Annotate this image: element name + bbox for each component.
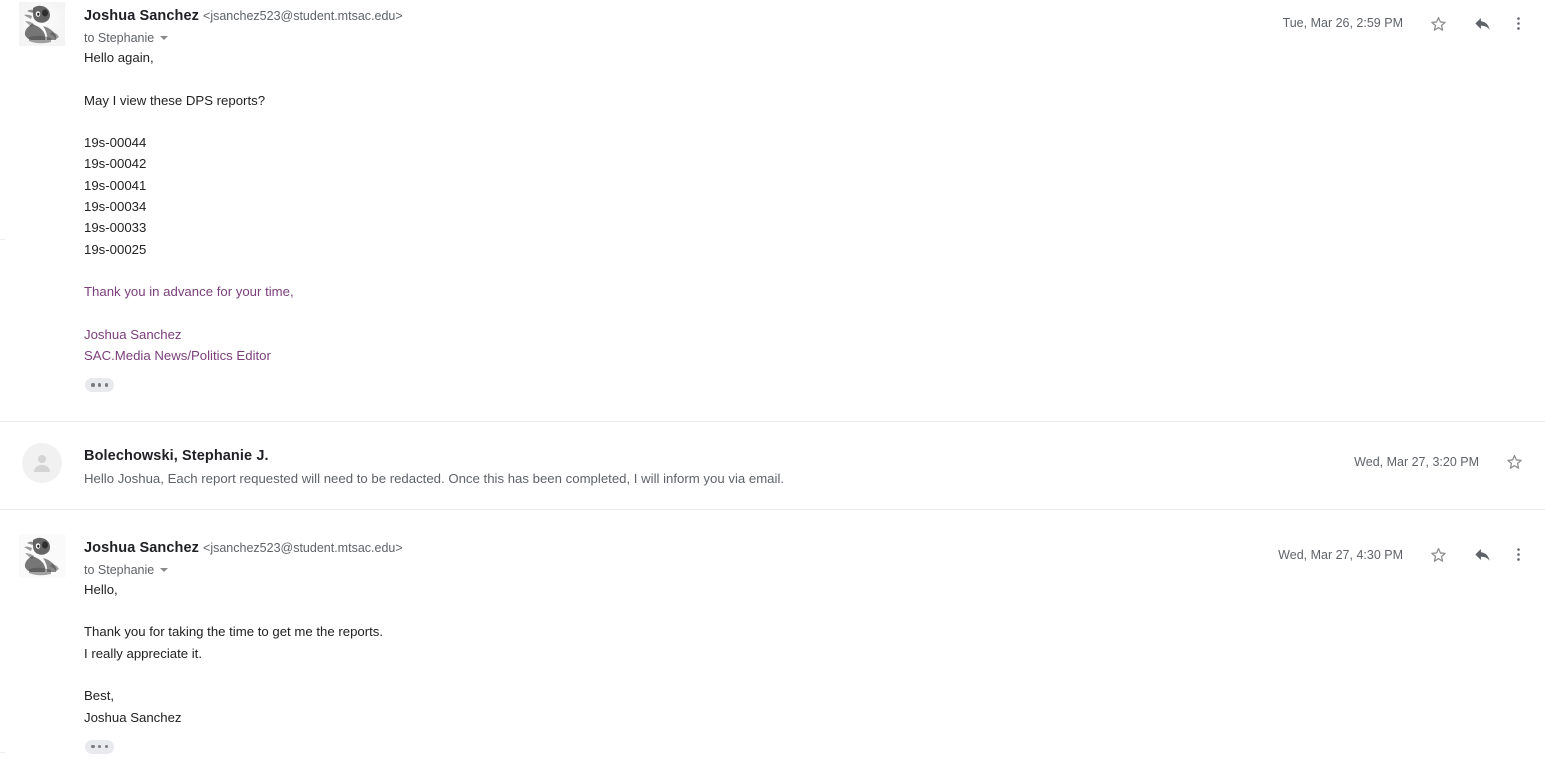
body-line: Thank you for taking the time to get me … bbox=[84, 624, 384, 640]
report-number: 19s-00033 bbox=[84, 220, 147, 236]
more-options-icon[interactable] bbox=[1505, 540, 1531, 570]
recipient-details-toggle[interactable]: to Stephanie bbox=[84, 562, 169, 577]
message-actions: Wed, Mar 27, 4:30 PM bbox=[1278, 532, 1545, 570]
sender-name: Joshua Sanchez bbox=[84, 539, 200, 556]
recipient-label: to Stephanie bbox=[84, 31, 155, 45]
body-line: May I view these DPS reports? bbox=[84, 92, 266, 108]
message-header: Joshua Sanchez <jsanchez523@student.mtsac… bbox=[0, 532, 1545, 579]
message-header: Joshua Sanchez <jsanchez523@student.mtsac… bbox=[0, 0, 1545, 47]
collapsed-message-content: Bolechowski, Stephanie J. Hello Joshua, … bbox=[84, 443, 1354, 488]
recipient-label: to Stephanie bbox=[84, 562, 155, 577]
reply-icon[interactable] bbox=[1465, 8, 1499, 38]
report-number: 19s-00041 bbox=[84, 177, 147, 193]
body-line: Joshua Sanchez bbox=[84, 709, 182, 725]
avatar-column bbox=[0, 0, 84, 46]
sender-name: Bolechowski, Stephanie J. bbox=[84, 447, 269, 464]
report-number: 19s-00044 bbox=[84, 135, 147, 151]
body-line: Hello again, bbox=[84, 50, 154, 65]
body-line: I really appreciate it. bbox=[84, 645, 203, 661]
message-body: Hello, Thank you for taking the time to … bbox=[0, 579, 1545, 760]
email-message: Joshua Sanchez <jsanchez523@student.mtsac… bbox=[0, 510, 1545, 760]
sender-info: Joshua Sanchez <jsanchez523@student.mtsac… bbox=[84, 532, 1278, 579]
collapsed-bottom-gap bbox=[0, 488, 1545, 509]
report-number: 19s-00034 bbox=[84, 199, 147, 215]
report-number: 19s-00025 bbox=[84, 241, 147, 257]
message-top-gap bbox=[0, 510, 1545, 532]
body-line: Best, bbox=[84, 688, 115, 704]
signature-line: Joshua Sanchez bbox=[84, 326, 182, 342]
sender-email: <jsanchez523@student.mtsac.edu> bbox=[203, 9, 403, 23]
message-actions: Tue, Mar 26, 2:59 PM bbox=[1283, 0, 1545, 38]
avatar bbox=[19, 533, 65, 578]
signature-line: Thank you in advance for your time, bbox=[84, 284, 294, 300]
collapsed-message-row[interactable]: Bolechowski, Stephanie J. Hello Joshua, … bbox=[0, 442, 1545, 488]
scroll-edge-tick bbox=[0, 239, 5, 240]
email-thread: Joshua Sanchez <jsanchez523@student.mtsac… bbox=[0, 0, 1545, 760]
email-message: Bolechowski, Stephanie J. Hello Joshua, … bbox=[0, 422, 1545, 509]
scroll-edge-tick bbox=[0, 752, 5, 753]
sender-name: Joshua Sanchez bbox=[84, 8, 200, 24]
report-number: 19s-00042 bbox=[84, 156, 147, 172]
message-gap bbox=[0, 399, 1545, 421]
avatar-column bbox=[0, 532, 84, 578]
email-message: Joshua Sanchez <jsanchez523@student.mtsac… bbox=[0, 0, 1545, 399]
message-timestamp: Wed, Mar 27, 4:30 PM bbox=[1278, 547, 1403, 562]
more-options-icon[interactable] bbox=[1505, 8, 1531, 38]
message-timestamp: Wed, Mar 27, 3:20 PM bbox=[1354, 454, 1479, 469]
star-icon[interactable] bbox=[1421, 540, 1455, 570]
chevron-down-icon bbox=[160, 36, 169, 40]
avatar-column bbox=[0, 442, 84, 483]
message-timestamp: Tue, Mar 26, 2:59 PM bbox=[1282, 16, 1403, 30]
message-actions: Wed, Mar 27, 3:20 PM bbox=[1354, 443, 1545, 477]
body-line: Hello, bbox=[84, 581, 118, 597]
message-body: Hello again, May I view these DPS report… bbox=[0, 47, 1545, 399]
show-trimmed-content-button[interactable] bbox=[85, 739, 114, 754]
chevron-down-icon bbox=[160, 567, 169, 572]
sender-line: Joshua Sanchez <jsanchez523@student.mtsac… bbox=[84, 539, 1278, 557]
star-icon[interactable] bbox=[1497, 447, 1531, 477]
collapsed-top-gap bbox=[0, 422, 1545, 443]
avatar bbox=[22, 442, 62, 483]
sender-email: <jsanchez523@student.mtsac.edu> bbox=[203, 540, 403, 555]
show-trimmed-content-button[interactable] bbox=[85, 378, 114, 393]
sender-info: Joshua Sanchez <jsanchez523@student.mtsac… bbox=[84, 0, 1283, 47]
signature-line: SAC.Media News/Politics Editor bbox=[84, 348, 271, 364]
recipient-details-toggle[interactable]: to Stephanie bbox=[84, 31, 169, 45]
star-icon[interactable] bbox=[1421, 8, 1455, 38]
reply-icon[interactable] bbox=[1465, 540, 1499, 570]
avatar bbox=[19, 2, 65, 46]
sender-line: Joshua Sanchez <jsanchez523@student.mtsac… bbox=[84, 7, 1283, 25]
message-snippet: Hello Joshua, Each report requested will… bbox=[84, 470, 785, 486]
